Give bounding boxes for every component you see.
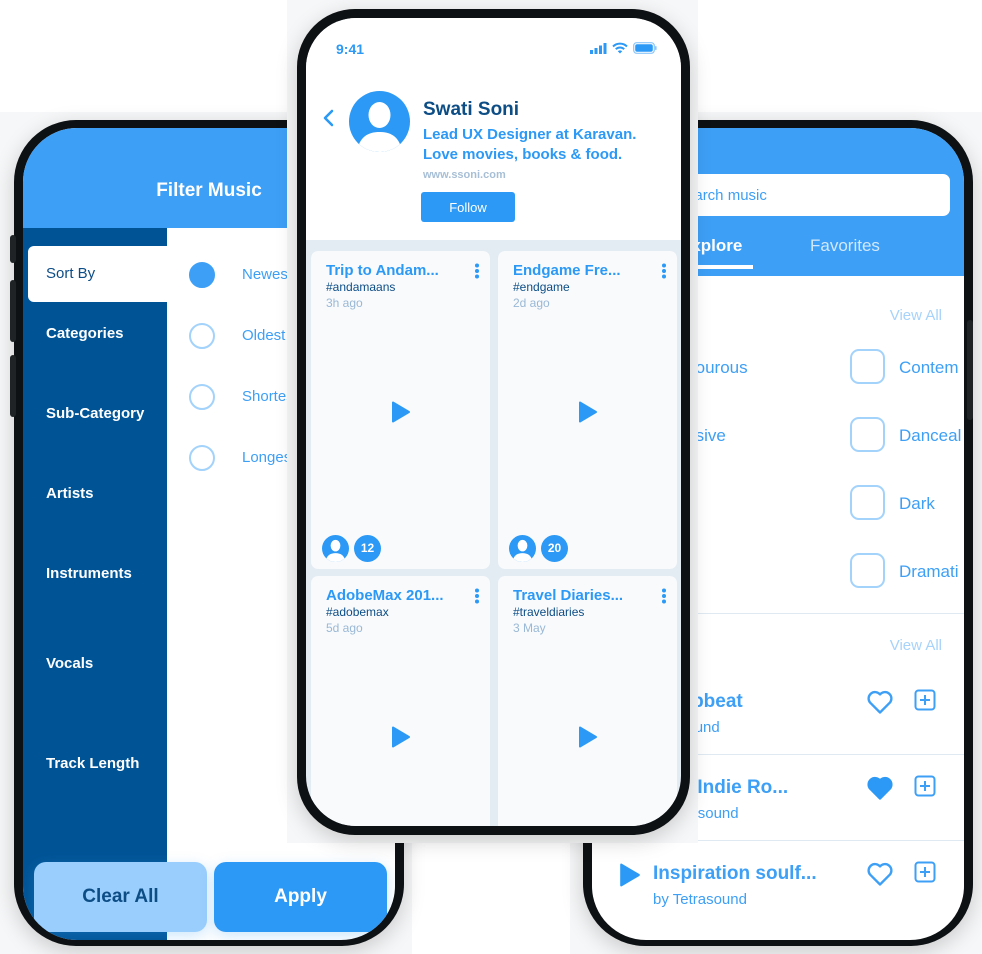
participant-count-badge: 12 [354,535,381,562]
user-silhouette-icon [512,539,533,562]
radio-button[interactable] [189,384,215,410]
radio-button-checked[interactable] [189,262,215,288]
profile-header: 9:41 Swati Soni Lead UX Designer at Kara… [306,18,681,240]
sidebar-item-track-length[interactable]: Track Length [23,736,167,792]
radio-button[interactable] [189,445,215,471]
card-timestamp: 3 May [513,621,546,635]
card-hashtag: #adobemax [326,605,389,619]
add-to-playlist-icon[interactable] [914,689,936,711]
video-card[interactable]: Travel Diaries... #traveldiaries 3 May [498,576,677,826]
sidebar-item-categories[interactable]: Categories [23,306,167,362]
mood-item[interactable]: Contem [899,358,959,378]
bio-line: Love movies, books & food. [423,146,623,163]
mood-item[interactable]: Dramati [899,562,959,582]
user-silhouette-icon [357,102,402,152]
profile-bio: Lead UX Designer at Karavan. Love movies… [423,125,663,165]
video-card[interactable]: AdobeMax 201... #adobemax 5d ago [311,576,490,826]
signal-icon [590,42,607,54]
search-input[interactable] [662,174,950,216]
card-title: Trip to Andam... [326,262,439,279]
radio-button[interactable] [189,323,215,349]
user-silhouette-icon [325,539,346,562]
more-vertical-icon[interactable] [661,263,667,279]
more-vertical-icon[interactable] [474,588,480,604]
status-bar-icons [590,42,657,54]
video-card[interactable]: Endgame Fre... #endgame 2d ago 20 [498,251,677,569]
side-button [10,280,16,342]
card-hashtag: #andamaans [326,280,396,294]
tab-favorites[interactable]: Favorites [810,236,880,256]
option-label: Newest [242,266,293,283]
card-timestamp: 3h ago [326,296,363,310]
status-time: 9:41 [336,41,365,57]
card-title: AdobeMax 201... [326,587,444,604]
trending-view-all-link[interactable]: View All [890,637,942,654]
back-chevron-icon[interactable] [320,108,336,128]
heart-filled-icon[interactable] [866,775,894,801]
sidebar-item-vocals[interactable]: Vocals [23,636,167,692]
play-icon[interactable] [619,863,641,887]
mood-item[interactable]: Dark [899,494,935,514]
follow-button[interactable]: Follow [421,192,515,222]
play-icon[interactable] [578,401,598,423]
mood-checkbox[interactable] [850,553,885,588]
card-hashtag: #endgame [513,280,570,294]
add-to-playlist-icon[interactable] [914,775,936,797]
sidebar-item-artists[interactable]: Artists [23,466,167,522]
battery-icon [633,42,657,54]
video-card[interactable]: Trip to Andam... #andamaans 3h ago 12 [311,251,490,569]
card-timestamp: 5d ago [326,621,363,635]
add-to-playlist-icon[interactable] [914,861,936,883]
option-label: Oldest [242,327,286,344]
card-title: Travel Diaries... [513,587,624,604]
profile-avatar [349,91,410,152]
profile-phone: 9:41 Swati Soni Lead UX Designer at Kara… [297,9,690,835]
more-vertical-icon[interactable] [474,263,480,279]
side-button [10,235,16,263]
participant-count-badge: 20 [541,535,568,562]
heart-outline-icon[interactable] [866,861,894,887]
track-artist: by Tetrasound [653,891,747,908]
card-timestamp: 2d ago [513,296,550,310]
bio-line: Lead UX Designer at Karavan. [423,126,637,143]
more-vertical-icon[interactable] [661,588,667,604]
heart-outline-icon[interactable] [866,689,894,715]
play-icon[interactable] [391,401,411,423]
wifi-icon [612,42,628,54]
play-icon[interactable] [391,726,411,748]
profile-screen: 9:41 Swati Soni Lead UX Designer at Kara… [306,18,681,826]
sidebar-item-instruments[interactable]: Instruments [23,546,167,602]
profile-name: Swati Soni [423,99,520,120]
apply-button[interactable]: Apply [214,862,387,932]
mood-item[interactable]: Danceal [899,426,961,446]
sidebar-item-sub-category[interactable]: Sub-Category [23,386,167,442]
card-title: Endgame Fre... [513,262,621,279]
participant-avatar [509,535,536,562]
profile-website-link[interactable]: www.ssoni.com [423,169,506,181]
sidebar-item-sort-by[interactable]: Sort By [28,246,167,302]
mood-checkbox[interactable] [850,417,885,452]
clear-all-button[interactable]: Clear All [34,862,207,932]
participant-avatar [322,535,349,562]
moods-view-all-link[interactable]: View All [890,307,942,324]
mood-checkbox[interactable] [850,349,885,384]
side-button [967,320,973,420]
side-button [10,355,16,417]
play-icon[interactable] [578,726,598,748]
mood-checkbox[interactable] [850,485,885,520]
track-title[interactable]: Inspiration soulf... [653,863,817,885]
card-hashtag: #traveldiaries [513,605,585,619]
